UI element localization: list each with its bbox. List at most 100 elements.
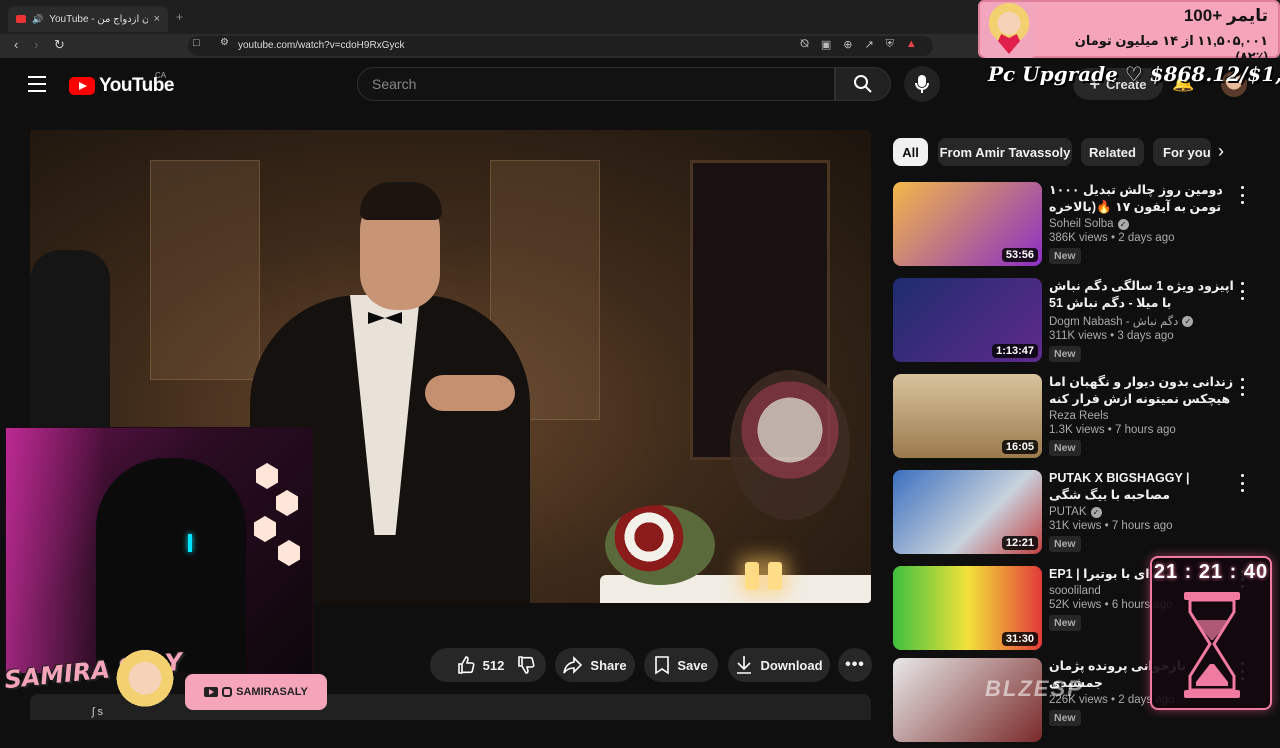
social-handle-pill: SAMIRASALY bbox=[185, 674, 327, 710]
url-text[interactable]: youtube.com/watch?v=cdoH9RxGyck bbox=[238, 40, 404, 51]
bookmark-save-icon bbox=[655, 656, 670, 675]
reload-icon[interactable]: ↻ bbox=[54, 37, 65, 53]
streamer-webcam bbox=[5, 427, 313, 674]
share-button[interactable]: Share bbox=[555, 648, 635, 682]
zoom-icon[interactable]: ⊕ bbox=[843, 38, 852, 51]
candle bbox=[745, 562, 759, 590]
watermark-logo: BLZESP bbox=[985, 676, 1084, 701]
new-badge: New bbox=[1049, 615, 1081, 631]
site-info-icon[interactable]: ⚙ bbox=[220, 37, 229, 48]
youtube-favicon-icon bbox=[16, 15, 26, 23]
search-placeholder: Search bbox=[372, 76, 417, 92]
verified-icon: ✓ bbox=[1182, 315, 1194, 327]
rewards-icon[interactable]: ▲ bbox=[906, 38, 917, 51]
timer-title: تایمر +100 bbox=[1183, 6, 1268, 25]
clock-time: 21 : 21 : 40 bbox=[1153, 561, 1269, 583]
more-vert-icon[interactable] bbox=[1237, 186, 1247, 204]
recommendation-item[interactable]: 12:21 PUTAK X BIGSHAGGY | مصاحبه با بیگ … bbox=[893, 470, 1273, 560]
share-page-icon[interactable]: ↗ bbox=[864, 38, 873, 51]
new-badge: New bbox=[1049, 710, 1081, 726]
hex-light bbox=[254, 516, 276, 542]
video-stats: 31K views • 7 hours ago bbox=[1049, 520, 1173, 532]
dislike-button[interactable] bbox=[506, 648, 546, 682]
rose-centerpiece bbox=[605, 505, 715, 585]
brave-shield-icon[interactable]: ⛨ bbox=[886, 38, 894, 51]
headset-light bbox=[188, 534, 192, 552]
country-code: CA bbox=[155, 71, 167, 80]
more-vert-icon[interactable] bbox=[1237, 474, 1247, 492]
new-badge: New bbox=[1049, 248, 1081, 264]
video-thumbnail[interactable]: 1:13:47 bbox=[893, 278, 1042, 362]
menu-icon[interactable] bbox=[28, 76, 46, 97]
video-duration: 31:30 bbox=[1001, 632, 1038, 646]
video-thumbnail[interactable]: 53:56 bbox=[893, 182, 1042, 266]
video-duration: 53:56 bbox=[1001, 248, 1038, 262]
flower-arrangement bbox=[730, 370, 850, 520]
groom-hair bbox=[360, 182, 442, 220]
channel-name[interactable]: soooliland bbox=[1049, 585, 1101, 597]
chevron-right-icon[interactable]: › bbox=[1218, 141, 1224, 162]
new-tab-button[interactable]: + bbox=[176, 10, 183, 24]
video-title[interactable]: PUTAK X BIGSHAGGY | مصاحبه با بیگ شگی bbox=[1049, 470, 1237, 504]
back-icon[interactable]: ‹ bbox=[14, 37, 18, 52]
voice-search-button[interactable] bbox=[904, 66, 940, 102]
forward-icon[interactable]: › bbox=[34, 37, 38, 52]
streamer-cartoon-avatar bbox=[110, 648, 180, 720]
speaker-icon[interactable]: 🔊 bbox=[32, 14, 43, 25]
tab-close-button[interactable]: × bbox=[154, 13, 160, 25]
bookmark-icon[interactable]: □ bbox=[193, 37, 200, 49]
wall-panel bbox=[150, 160, 260, 380]
cast-icon[interactable]: ▣ bbox=[821, 38, 831, 51]
video-duration: 12:21 bbox=[1001, 536, 1038, 550]
video-thumbnail[interactable]: 31:30 bbox=[893, 566, 1042, 650]
download-label: Download bbox=[760, 657, 823, 673]
youtube-small-icon bbox=[204, 687, 219, 697]
recommendation-item[interactable]: 53:56 دومین روز چالش تبدیل ۱۰۰۰ تومن به … bbox=[893, 182, 1273, 272]
donation-goal-text: ۱۱,۵۰۵,۰۰۱ از ۱۴ میلیون تومان (٪۸۲) bbox=[1074, 33, 1268, 64]
video-title[interactable]: اپیزود ویژه 1 سالگی دگم نباش با میلا - د… bbox=[1049, 278, 1237, 312]
tab-title: YouTube - داستان ازدواج من bbox=[49, 13, 148, 25]
more-actions-button[interactable]: ••• bbox=[838, 648, 872, 682]
browser-tab[interactable]: 🔊 YouTube - داستان ازدواج من × bbox=[8, 6, 168, 32]
microphone-icon bbox=[915, 75, 929, 93]
recommendation-item[interactable]: 1:13:47 اپیزود ویژه 1 سالگی دگم نباش با … bbox=[893, 278, 1273, 368]
save-button[interactable]: Save bbox=[644, 648, 718, 682]
search-icon bbox=[854, 75, 872, 93]
search-input[interactable] bbox=[357, 67, 835, 101]
video-stats: 311K views • 3 days ago bbox=[1049, 330, 1174, 342]
channel-name[interactable]: Soheil Solba bbox=[1049, 218, 1114, 230]
camera-off-icon[interactable]: ⦰ bbox=[800, 38, 809, 51]
hex-light bbox=[276, 490, 298, 516]
chip-all[interactable]: All bbox=[893, 138, 928, 166]
more-vert-icon[interactable] bbox=[1237, 282, 1247, 300]
video-stats: 1.3K views • 7 hours ago bbox=[1049, 424, 1176, 436]
channel-name[interactable]: PUTAK bbox=[1049, 506, 1087, 518]
recommendation-item[interactable]: 16:05 زندانی بدون دیوار و نگهبان اما هیچ… bbox=[893, 374, 1273, 464]
chip-from-channel[interactable]: From Amir Tavassoly bbox=[938, 138, 1072, 166]
download-button[interactable]: Download bbox=[728, 648, 830, 682]
download-icon bbox=[737, 656, 752, 674]
pc-upgrade-goal: Pc Upgrade ♡ $868.12/$1,000 bbox=[988, 62, 1280, 86]
youtube-play-icon bbox=[69, 77, 95, 95]
pink-light-glow bbox=[6, 428, 106, 673]
video-title[interactable]: دومین روز چالش تبدیل ۱۰۰۰ تومن به آیفون … bbox=[1049, 182, 1237, 216]
chip-for-you[interactable]: For you bbox=[1153, 138, 1211, 166]
share-icon bbox=[563, 656, 583, 674]
more-horizontal-icon: ••• bbox=[845, 656, 865, 673]
more-vert-icon[interactable] bbox=[1237, 378, 1247, 396]
video-thumbnail[interactable]: 12:21 bbox=[893, 470, 1042, 554]
video-title[interactable]: زندانی بدون دیوار و نگهبان اما هیچکس نمی… bbox=[1049, 374, 1237, 408]
new-badge: New bbox=[1049, 536, 1081, 552]
thumbs-up-icon bbox=[457, 656, 475, 674]
groom-hands bbox=[425, 375, 515, 411]
hex-light bbox=[278, 540, 300, 566]
search-button[interactable] bbox=[835, 67, 891, 101]
video-thumbnail[interactable]: 16:05 bbox=[893, 374, 1042, 458]
youtube-logo[interactable]: YouTube CA bbox=[69, 71, 174, 97]
chip-related[interactable]: Related bbox=[1081, 138, 1144, 166]
video-duration: 1:13:47 bbox=[992, 344, 1038, 358]
channel-name[interactable]: Reza Reels bbox=[1049, 410, 1108, 422]
streamer-silhouette bbox=[96, 458, 246, 673]
channel-name[interactable]: Dogm Nabash - دگم نباش bbox=[1049, 314, 1178, 328]
thumbs-down-icon bbox=[518, 656, 535, 674]
